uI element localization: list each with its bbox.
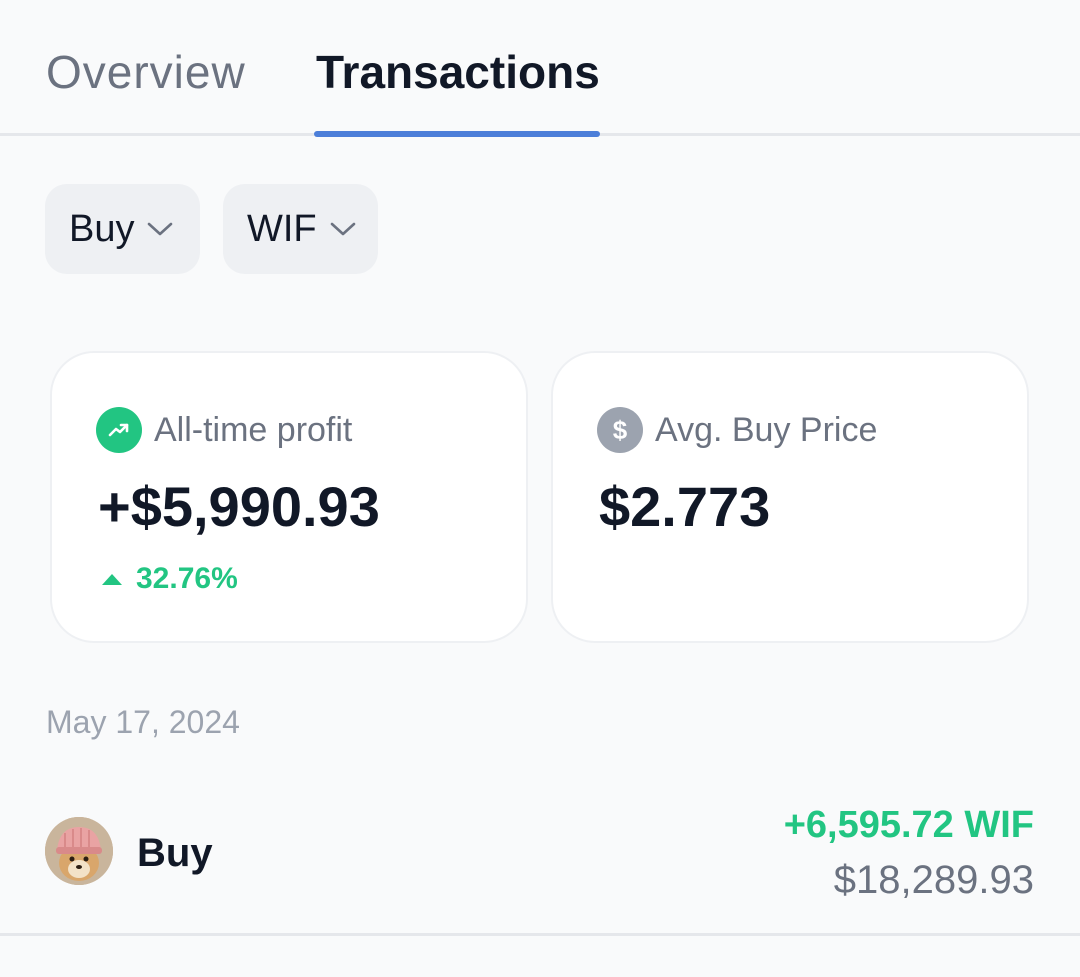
avg-buy-price-value: $2.773 [599, 475, 771, 538]
all-time-profit-card: All-time profit +$5,990.93 32.76% [50, 351, 528, 643]
action-filter-dropdown[interactable]: Buy [45, 184, 200, 274]
chevron-down-icon [330, 222, 355, 236]
tab-overview[interactable]: Overview [46, 44, 246, 100]
chevron-down-icon [148, 222, 173, 236]
caret-up-icon [102, 573, 122, 585]
profit-change: 32.76% [102, 559, 238, 599]
dollar-icon: $ [597, 407, 643, 453]
action-filter-label: Buy [69, 208, 135, 250]
trending-up-icon [96, 407, 142, 453]
transaction-type: Buy [137, 831, 213, 875]
transaction-token-amount: +6,595.72 WIF [783, 804, 1034, 846]
wif-token-avatar [45, 817, 113, 885]
transaction-row[interactable]: Buy +6,595.72 WIF $18,289.93 [0, 780, 1080, 936]
card-header: All-time profit [96, 407, 352, 453]
profit-change-percent: 32.76% [136, 562, 238, 595]
avg-buy-price-card: $ Avg. Buy Price $2.773 [551, 351, 1029, 643]
avg-buy-price-label: Avg. Buy Price [655, 411, 878, 449]
card-header: $ Avg. Buy Price [597, 407, 877, 453]
transaction-date-heading: May 17, 2024 [46, 704, 240, 740]
all-time-profit-value: +$5,990.93 [98, 475, 380, 538]
tab-transactions[interactable]: Transactions [316, 44, 600, 100]
transaction-usd-value: $18,289.93 [833, 858, 1034, 902]
tab-bar: Overview Transactions [0, 0, 1080, 137]
token-filter-label: WIF [247, 208, 317, 250]
token-filter-dropdown[interactable]: WIF [223, 184, 378, 274]
active-tab-indicator [314, 131, 600, 137]
all-time-profit-label: All-time profit [154, 411, 353, 449]
